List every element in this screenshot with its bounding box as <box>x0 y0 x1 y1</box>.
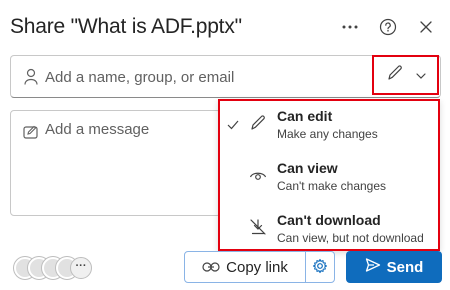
shared-with-avatars[interactable]: ··· <box>14 257 94 279</box>
person-icon <box>23 68 39 86</box>
more-people-badge[interactable]: ··· <box>70 257 92 279</box>
dialog-title: Share "What is ADF.pptx" <box>10 15 242 38</box>
menu-item-title: Can view <box>277 160 338 176</box>
checkmark-icon <box>227 117 239 130</box>
permission-dropdown-button[interactable] <box>372 55 439 95</box>
recipients-input[interactable] <box>45 66 365 88</box>
menu-item-can-view[interactable]: Can view Can't make changes <box>220 157 438 201</box>
menu-item-subtitle: Can't make changes <box>277 179 387 193</box>
copy-link-label: Copy link <box>226 258 288 276</box>
help-icon[interactable] <box>378 17 398 37</box>
gear-icon <box>312 258 328 277</box>
pencil-icon <box>386 64 404 87</box>
message-input[interactable] <box>45 121 215 145</box>
chevron-down-icon <box>415 66 426 84</box>
message-field[interactable] <box>10 110 221 216</box>
more-horizontal-icon[interactable] <box>340 17 360 37</box>
link-icon <box>202 259 220 276</box>
send-label: Send <box>386 258 424 276</box>
menu-item-subtitle: Can view, but not download <box>277 231 424 245</box>
menu-item-title: Can edit <box>277 108 333 124</box>
permission-menu: Can edit Make any changes Can view Can't… <box>218 99 440 251</box>
copy-link-button[interactable]: Copy link <box>184 251 306 283</box>
no-download-icon <box>249 218 267 236</box>
menu-item-title: Can't download <box>277 212 381 228</box>
edit-message-icon <box>23 125 39 139</box>
menu-item-subtitle: Make any changes <box>277 127 378 141</box>
send-button[interactable]: Send <box>346 251 442 283</box>
header-actions <box>340 17 436 37</box>
link-settings-button[interactable] <box>305 251 335 283</box>
menu-item-cant-download[interactable]: Can't download Can view, but not downloa… <box>220 209 438 253</box>
pencil-icon <box>249 114 267 132</box>
close-icon[interactable] <box>416 17 436 37</box>
menu-item-can-edit[interactable]: Can edit Make any changes <box>220 105 438 149</box>
eye-icon <box>249 166 267 184</box>
send-icon <box>365 257 381 277</box>
